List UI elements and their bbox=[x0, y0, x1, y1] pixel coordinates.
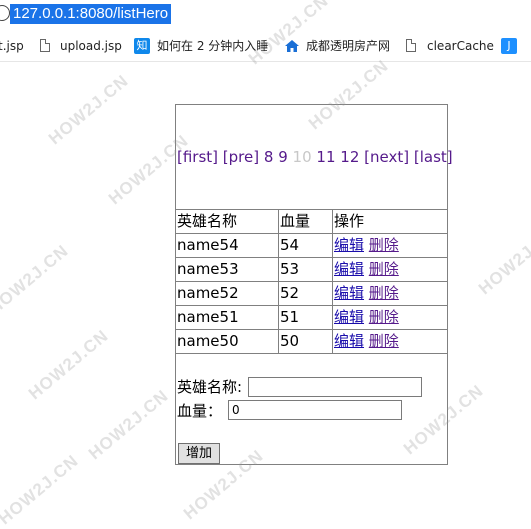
hero-hp-input[interactable]: 0 bbox=[228, 400, 402, 420]
pager-page-11[interactable]: 11 bbox=[316, 148, 335, 166]
bookmark-j-icon[interactable]: J bbox=[501, 38, 517, 54]
delete-link[interactable]: 删除 bbox=[369, 260, 399, 278]
hero-hp-label: 血量： bbox=[177, 402, 223, 420]
pager-pre[interactable]: [pre] bbox=[223, 148, 259, 166]
edit-link[interactable]: 编辑 bbox=[334, 332, 364, 350]
document-icon bbox=[406, 39, 416, 52]
pager-page-9[interactable]: 9 bbox=[278, 148, 288, 166]
edit-link[interactable]: 编辑 bbox=[334, 236, 364, 254]
table-row: name50 50 编辑 删除 bbox=[175, 329, 448, 354]
watermark: HOW2J.CN bbox=[85, 385, 173, 464]
watermark: HOW2J.CN bbox=[0, 450, 83, 529]
hero-name-cell: name53 bbox=[175, 257, 279, 282]
house-icon bbox=[285, 40, 299, 52]
watermark: HOW2J.CN bbox=[45, 70, 133, 149]
bookmark-upload-jsp[interactable]: upload.jsp bbox=[60, 31, 122, 61]
hero-hp-cell: 54 bbox=[278, 233, 333, 258]
column-header-hp: 血量 bbox=[278, 209, 333, 234]
site-info-icon[interactable] bbox=[0, 5, 10, 21]
zhihu-icon: 知 bbox=[134, 38, 150, 54]
bookmark-label: 成都透明房产网 bbox=[306, 39, 391, 53]
bookmark-label: upload.jsp bbox=[60, 39, 122, 53]
edit-link[interactable]: 编辑 bbox=[334, 284, 364, 302]
document-icon bbox=[40, 39, 50, 52]
table-row: name51 51 编辑 删除 bbox=[175, 305, 448, 330]
address-bar[interactable]: 127.0.0.1:8080/listHero bbox=[0, 0, 531, 30]
column-header-name: 英雄名称 bbox=[175, 209, 279, 234]
hero-hp-cell: 51 bbox=[278, 305, 333, 330]
hero-table: 英雄名称 血量 操作 name54 54 编辑 删除 name53 53 编辑 … bbox=[175, 209, 448, 354]
delete-link[interactable]: 删除 bbox=[369, 308, 399, 326]
table-row: name54 54 编辑 删除 bbox=[175, 233, 448, 258]
pager-first[interactable]: [first] bbox=[177, 148, 218, 166]
bookmark-zhihu[interactable]: 如何在 2 分钟内入睡 bbox=[157, 31, 269, 61]
column-header-actions: 操作 bbox=[332, 209, 448, 234]
actions-cell: 编辑 删除 bbox=[332, 257, 448, 282]
bookmark-label: clearCache bbox=[427, 39, 494, 53]
add-hero-button[interactable]: 增加 bbox=[178, 443, 220, 464]
bookmark-t-jsp[interactable]: t.jsp bbox=[0, 31, 24, 61]
bookmark-label: t.jsp bbox=[0, 39, 24, 53]
table-row: name53 53 编辑 删除 bbox=[175, 257, 448, 282]
hero-hp-cell: 50 bbox=[278, 329, 333, 354]
bookmark-label: 如何在 2 分钟内入睡 bbox=[157, 39, 269, 53]
watermark: HOW2J.CN bbox=[475, 220, 531, 299]
actions-cell: 编辑 删除 bbox=[332, 233, 448, 258]
bookmarks-bar: t.jsp upload.jsp 知 如何在 2 分钟内入睡 成都透明房产网 c… bbox=[0, 31, 531, 62]
pager-page-12[interactable]: 12 bbox=[340, 148, 359, 166]
actions-cell: 编辑 删除 bbox=[332, 281, 448, 306]
hero-name-cell: name54 bbox=[175, 233, 279, 258]
pager-page-8[interactable]: 8 bbox=[264, 148, 274, 166]
table-header-row: 英雄名称 血量 操作 bbox=[175, 209, 448, 234]
edit-link[interactable]: 编辑 bbox=[334, 308, 364, 326]
hero-hp-cell: 52 bbox=[278, 281, 333, 306]
bookmark-clearcache[interactable]: clearCache bbox=[427, 31, 494, 61]
hero-name-label: 英雄名称: bbox=[177, 378, 243, 396]
delete-link[interactable]: 删除 bbox=[369, 236, 399, 254]
delete-link[interactable]: 删除 bbox=[369, 332, 399, 350]
actions-cell: 编辑 删除 bbox=[332, 329, 448, 354]
pager-current-page: 10 bbox=[292, 148, 312, 166]
table-row: name52 52 编辑 删除 bbox=[175, 281, 448, 306]
hero-name-cell: name50 bbox=[175, 329, 279, 354]
watermark: HOW2J.CN bbox=[25, 325, 113, 404]
watermark: HOW2J.CN bbox=[0, 240, 73, 319]
actions-cell: 编辑 删除 bbox=[332, 305, 448, 330]
hero-name-cell: name52 bbox=[175, 281, 279, 306]
hero-hp-cell: 53 bbox=[278, 257, 333, 282]
hero-name-input[interactable] bbox=[248, 377, 422, 397]
hero-list-panel: [first] [pre] 8 9 10 11 12 [next] [last]… bbox=[175, 104, 453, 465]
edit-link[interactable]: 编辑 bbox=[334, 260, 364, 278]
bookmark-chengdu-housing[interactable]: 成都透明房产网 bbox=[306, 31, 390, 61]
pagination: [first] [pre] 8 9 10 11 12 [next] [last] bbox=[177, 148, 453, 166]
hero-name-cell: name51 bbox=[175, 305, 279, 330]
pager-last[interactable]: [last] bbox=[414, 148, 453, 166]
delete-link[interactable]: 删除 bbox=[369, 284, 399, 302]
pager-next[interactable]: [next] bbox=[364, 148, 409, 166]
url-text[interactable]: 127.0.0.1:8080/listHero bbox=[10, 4, 172, 24]
